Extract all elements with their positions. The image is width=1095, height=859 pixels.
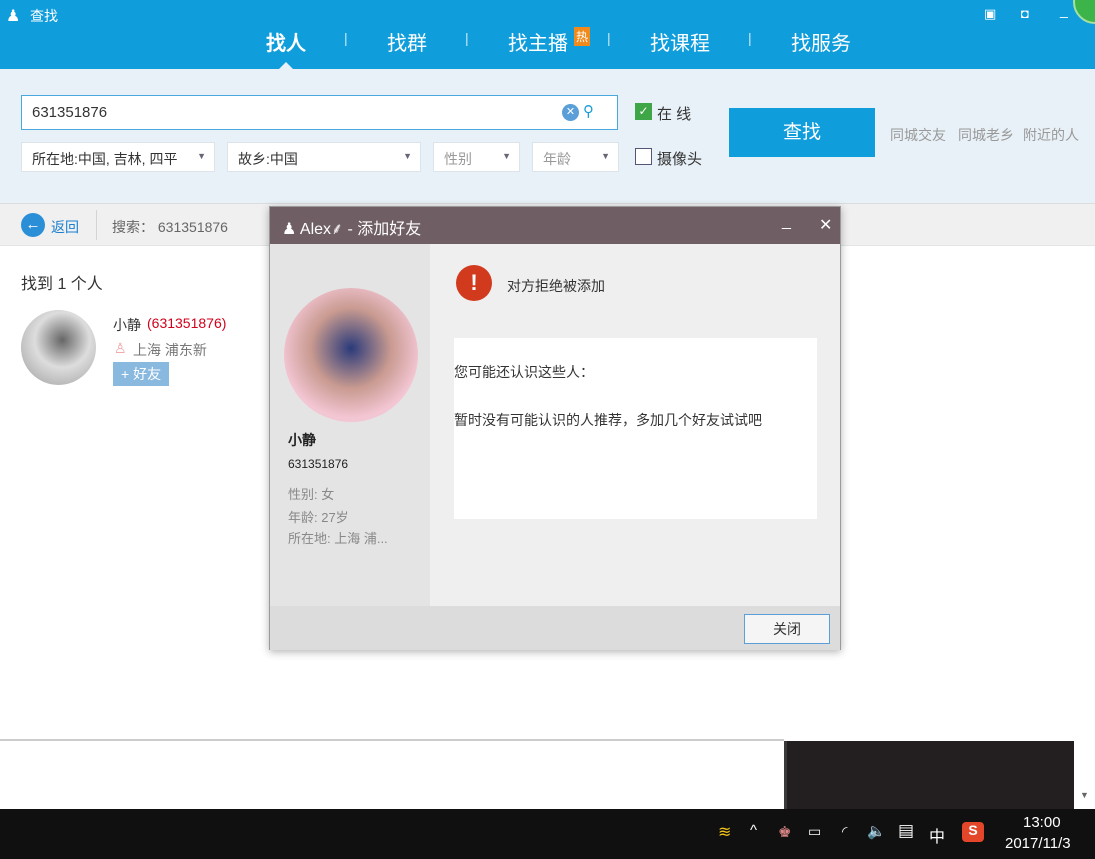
chevron-down-icon: ▼ [502, 151, 511, 161]
scroll-down-arrow[interactable]: ▼ [1080, 790, 1089, 800]
background-window [784, 741, 1074, 809]
clock-date[interactable]: 2017/11/3 [1005, 835, 1071, 852]
profile-name: 小静 [288, 432, 316, 448]
result-id: (631351876) [147, 315, 227, 331]
divider [96, 210, 97, 240]
profile-gender: 性别: 女 [288, 487, 335, 502]
search-input[interactable]: 631351876 [21, 95, 618, 130]
tab-separator: | [607, 30, 611, 46]
online-checkbox[interactable]: ✓ [635, 103, 652, 120]
location-pin-icon[interactable]: ⚲ [583, 102, 594, 120]
minimize-button[interactable]: _ [782, 213, 791, 231]
search-button[interactable]: 查找 [729, 108, 875, 157]
qq-penguin-icon: ♟ [6, 8, 21, 25]
link-nearby-people[interactable]: 附近的人 [1023, 125, 1079, 145]
tab-separator: | [344, 30, 348, 46]
dialog-title: Alex⸙ - 添加好友 [299, 221, 422, 238]
age-select[interactable]: 年龄 ▼ [532, 142, 619, 172]
tab-find-service[interactable]: 找服务 [791, 27, 851, 56]
dialog-message: 对方拒绝被添加 [507, 278, 605, 294]
age-select-value: 年龄 [543, 151, 571, 167]
qq-penguin-icon: ♟ [282, 221, 300, 238]
result-count: 找到 1 个人 [21, 276, 103, 293]
tab-find-streamer[interactable]: 找主播 [508, 27, 568, 56]
network-icon[interactable]: ◜ [842, 823, 847, 840]
suggestion-title: 您可能还认识这些人： [454, 364, 594, 380]
skin-icon[interactable]: ◘ [1021, 6, 1029, 21]
hot-badge: 热 [574, 27, 591, 46]
hometown-select[interactable]: 故乡:中国 ▼ [227, 142, 421, 172]
chevron-up-icon[interactable]: ^ [750, 822, 757, 839]
tab-separator: | [748, 30, 752, 46]
tab-separator: | [465, 30, 469, 46]
dialog-footer: 关闭 [270, 606, 840, 650]
tab-find-people[interactable]: 找人 [266, 27, 306, 56]
suggestion-empty: 暂时没有可能认识的人推荐，多加几个好友试试吧 [454, 412, 762, 428]
ime-indicator[interactable]: 中 [929, 823, 945, 847]
tab-find-group[interactable]: 找群 [387, 27, 427, 56]
active-tab-pointer [279, 62, 293, 69]
minimize-button[interactable]: _ [1060, 2, 1068, 18]
gender-select-value: 性别 [444, 151, 472, 167]
app-tray-icon[interactable]: ♚ [778, 823, 791, 841]
volume-icon[interactable]: 🔈 [867, 822, 886, 840]
chevron-down-icon: ▼ [197, 151, 206, 161]
taskbar: ≋ ^ ♚ ▭ ◜ 🔈 ▤ 中 S 13:00 2017/11/3 [0, 809, 1095, 859]
error-icon: ! [456, 265, 492, 301]
location-select-value: 所在地:中国, 吉林, 四平 [32, 151, 178, 167]
add-friend-dialog: ♟ Alex⸙ - 添加好友 _ ✕ 小静 631351876 性别: 女 年龄… [269, 206, 841, 650]
location-select[interactable]: 所在地:中国, 吉林, 四平 ▼ [21, 142, 215, 172]
header-bar: ♟ 查找 找人 | 找群 | 找主播 热 | 找课程 | 找服务 ▣ ◘ _ [0, 0, 1095, 69]
result-location: 上海 浦东新 [133, 342, 207, 358]
profile-photo [284, 288, 418, 422]
online-label: 在 线 [657, 106, 692, 123]
clock-time[interactable]: 13:00 [1023, 814, 1061, 831]
back-link[interactable]: 返回 [51, 217, 79, 237]
hometown-select-value: 故乡:中国 [238, 151, 298, 167]
chevron-down-icon: ▼ [601, 151, 610, 161]
window-title: 查找 [30, 8, 58, 24]
notification-icon[interactable]: ▤ [898, 821, 914, 841]
camera-label: 摄像头 [657, 151, 703, 168]
link-same-city-friends[interactable]: 同城交友 [890, 125, 946, 145]
search-query-label: 搜索： 631351876 [112, 219, 228, 235]
window-bottom-edge [0, 739, 784, 741]
suggestion-box: 您可能还认识这些人： 暂时没有可能认识的人推荐，多加几个好友试试吧 [454, 338, 817, 519]
chevron-down-icon: ▼ [403, 151, 412, 161]
add-friend-button[interactable]: + 好友 [113, 362, 170, 386]
battery-icon[interactable]: ▭ [808, 823, 821, 840]
result-avatar[interactable] [21, 310, 96, 385]
back-arrow-icon[interactable]: ← [21, 213, 45, 237]
clear-icon[interactable]: ✕ [562, 104, 579, 121]
tab-find-course[interactable]: 找课程 [650, 27, 710, 56]
status-orb [1073, 0, 1095, 24]
gender-select[interactable]: 性别 ▼ [433, 142, 520, 172]
camera-checkbox[interactable] [635, 148, 652, 165]
search-panel: 631351876 ✕ ⚲ 所在地:中国, 吉林, 四平 ▼ 故乡:中国 ▼ 性别 ▼… [0, 69, 1095, 203]
dialog-titlebar: ♟ Alex⸙ - 添加好友 _ ✕ [270, 207, 840, 244]
person-icon: ♙ [114, 340, 127, 356]
sogou-ime-icon[interactable]: S [962, 822, 984, 842]
close-icon[interactable]: ✕ [819, 215, 832, 235]
profile-id: 631351876 [288, 457, 349, 471]
profile-age: 年龄: 27岁 [288, 510, 349, 525]
profile-panel: 小静 631351876 性别: 女 年龄: 27岁 所在地: 上海 浦... [270, 244, 430, 606]
search-input-value: 631351876 [32, 104, 108, 121]
wifi-icon[interactable]: ≋ [718, 822, 731, 842]
link-same-city-hometown[interactable]: 同城老乡 [958, 125, 1014, 145]
result-name[interactable]: 小静 [113, 315, 141, 335]
close-button[interactable]: 关闭 [744, 614, 830, 644]
feedback-icon[interactable]: ▣ [984, 6, 996, 22]
profile-location: 所在地: 上海 浦... [288, 531, 388, 546]
